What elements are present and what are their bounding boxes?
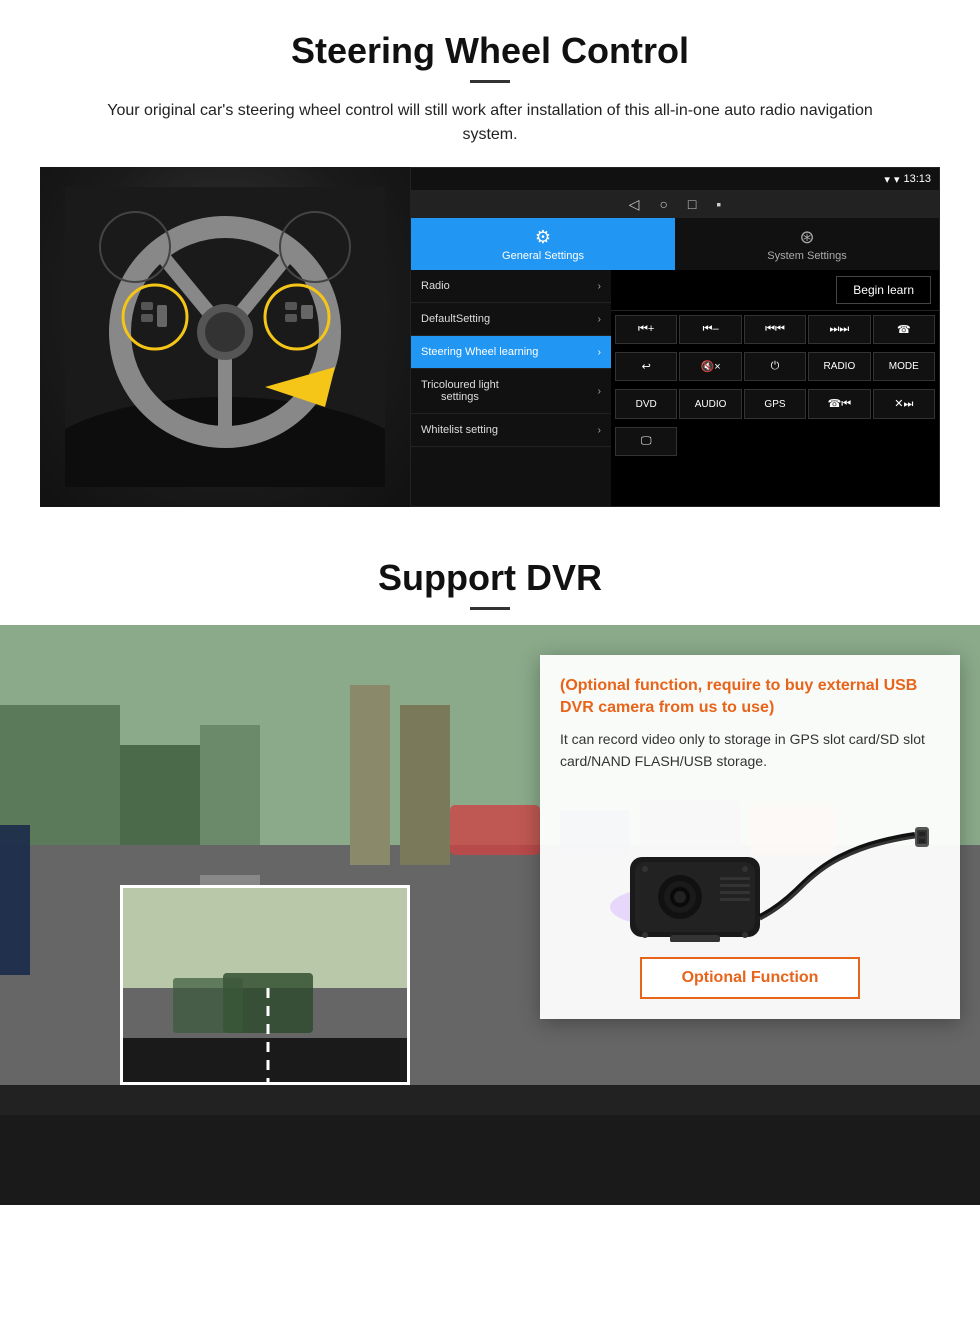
dvr-scene: (Optional function, require to buy exter… <box>0 625 980 1205</box>
android-statusbar: ▾ ▾ 13:13 <box>411 168 939 190</box>
system-icon: ⊛ <box>799 227 814 248</box>
menu-icon[interactable]: ▪ <box>716 196 721 212</box>
menu-steering-label: Steering Wheel learning <box>421 346 538 358</box>
wifi-icon: ▾ <box>884 173 890 186</box>
dvr-camera-svg <box>570 787 930 942</box>
control-grid-row3: DVD AUDIO GPS ☎⏮ ✕⏭ <box>611 385 939 423</box>
dvr-preview-image <box>120 885 410 1085</box>
panel-body: Radio › DefaultSetting › Steering Wheel … <box>411 270 939 506</box>
ctrl-phone-next[interactable]: ✕⏭ <box>873 389 935 419</box>
menu-steering-wheel[interactable]: Steering Wheel learning › <box>411 336 611 369</box>
ctrl-mute[interactable]: 🔇× <box>679 352 741 381</box>
control-grid-row2: ↩ 🔇× ⏻ RADIO MODE <box>611 348 939 385</box>
menu-radio[interactable]: Radio › <box>411 270 611 303</box>
status-time: 13:13 <box>903 173 931 185</box>
menu-whitelist[interactable]: Whitelist setting › <box>411 414 611 447</box>
ctrl-next-track[interactable]: ⏭⏭ <box>808 315 870 344</box>
menu-whitelist-label: Whitelist setting <box>421 424 498 436</box>
menu-radio-label: Radio <box>421 280 450 292</box>
steering-section: Steering Wheel Control Your original car… <box>0 0 980 527</box>
dvr-title-area: Support DVR <box>0 527 980 625</box>
control-grid-row1: ⏮+ ⏮– ⏮⏮ ⏭⏭ ☎ <box>611 311 939 348</box>
home-icon[interactable]: ○ <box>659 196 667 212</box>
general-settings-label: General Settings <box>502 250 584 262</box>
dvr-info-card: (Optional function, require to buy exter… <box>540 655 960 1019</box>
dvr-optional-title: (Optional function, require to buy exter… <box>560 675 940 720</box>
ctrl-audio[interactable]: AUDIO <box>679 389 741 419</box>
ctrl-gps[interactable]: GPS <box>744 389 806 419</box>
settings-tabs: ⚙ General Settings ⊛ System Settings <box>411 218 939 270</box>
chevron-right-icon3: › <box>598 347 601 358</box>
menu-tricoloured-label: Tricoloured lightsettings <box>421 379 499 403</box>
android-panel: ▾ ▾ 13:13 ◁ ○ □ ▪ ⚙ General Settings ⊛ S… <box>410 167 940 507</box>
system-settings-label: System Settings <box>767 250 846 262</box>
ctrl-radio[interactable]: RADIO <box>808 352 870 381</box>
optional-function-button[interactable]: Optional Function <box>640 957 860 999</box>
control-grid-row4: 🖵 <box>611 423 939 460</box>
dvr-camera-image <box>560 785 940 945</box>
controls-panel: Begin learn ⏮+ ⏮– ⏮⏮ ⏭⏭ ☎ ↩ 🔇× ⏻ <box>611 270 939 506</box>
menu-default-label: DefaultSetting <box>421 313 490 325</box>
steering-title: Steering Wheel Control <box>40 30 940 72</box>
begin-learn-row: Begin learn <box>611 270 939 311</box>
ctrl-prev-track[interactable]: ⏮⏮ <box>744 315 806 344</box>
dvr-preview-svg <box>123 888 410 1085</box>
begin-learn-button[interactable]: Begin learn <box>836 276 931 304</box>
chevron-right-icon2: › <box>598 314 601 325</box>
settings-menu: Radio › DefaultSetting › Steering Wheel … <box>411 270 611 506</box>
menu-tricoloured[interactable]: Tricoloured lightsettings › <box>411 369 611 414</box>
dvr-preview-inner <box>123 888 407 1082</box>
ctrl-dvd[interactable]: DVD <box>615 389 677 419</box>
steering-wheel-svg <box>65 187 385 487</box>
steering-description: Your original car's steering wheel contr… <box>80 99 900 147</box>
ctrl-back[interactable]: ↩ <box>615 352 677 381</box>
ctrl-mode[interactable]: MODE <box>873 352 935 381</box>
ctrl-power[interactable]: ⏻ <box>744 352 806 381</box>
gear-icon: ⚙ <box>535 227 551 248</box>
dvr-background: (Optional function, require to buy exter… <box>0 625 980 1205</box>
chevron-right-icon5: › <box>598 425 601 436</box>
ctrl-phone-prev[interactable]: ☎⏮ <box>808 389 870 419</box>
chevron-right-icon: › <box>598 281 601 292</box>
dvr-title: Support DVR <box>0 557 980 599</box>
chevron-right-icon4: › <box>598 386 601 397</box>
ctrl-screen[interactable]: 🖵 <box>615 427 677 456</box>
steering-content-area: ▾ ▾ 13:13 ◁ ○ □ ▪ ⚙ General Settings ⊛ S… <box>40 167 940 507</box>
dvr-divider <box>470 607 510 610</box>
title-divider <box>470 80 510 83</box>
dvr-section: Support DVR <box>0 527 980 1207</box>
menu-default-setting[interactable]: DefaultSetting › <box>411 303 611 336</box>
general-settings-tab[interactable]: ⚙ General Settings <box>411 218 675 270</box>
back-icon[interactable]: ◁ <box>629 196 640 213</box>
signal-icon: ▾ <box>894 173 900 186</box>
dvr-description: It can record video only to storage in G… <box>560 728 940 773</box>
system-settings-tab[interactable]: ⊛ System Settings <box>675 218 939 270</box>
ctrl-phone[interactable]: ☎ <box>873 315 935 344</box>
recents-icon[interactable]: □ <box>688 196 696 212</box>
steering-wheel-image <box>40 167 410 507</box>
android-navbar: ◁ ○ □ ▪ <box>411 190 939 218</box>
ctrl-vol-down[interactable]: ⏮– <box>679 315 741 344</box>
ctrl-vol-up[interactable]: ⏮+ <box>615 315 677 344</box>
